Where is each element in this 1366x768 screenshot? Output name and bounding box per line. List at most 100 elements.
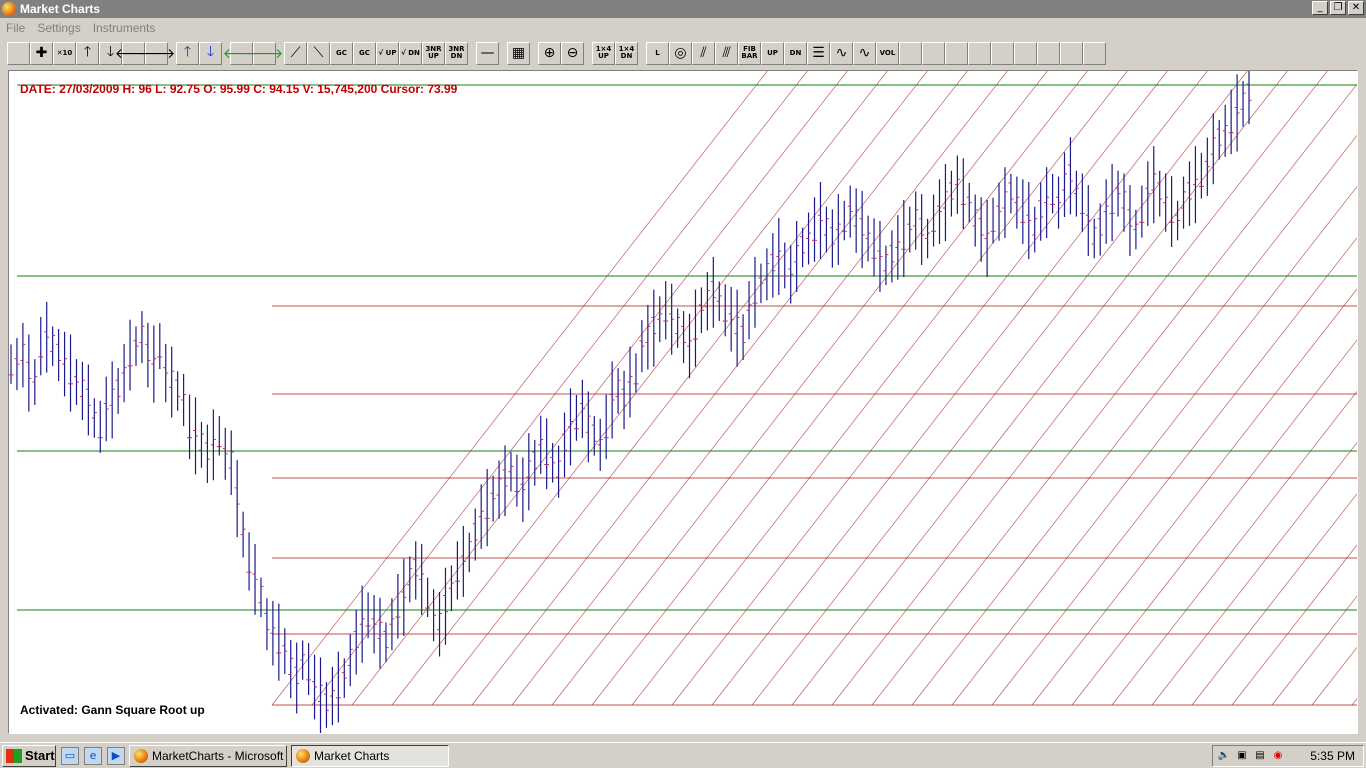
- ohlc-bar: [871, 218, 877, 277]
- ohlc-bar: [1103, 179, 1109, 244]
- box-dn-button[interactable]: DN: [784, 41, 807, 65]
- task-label: Market Charts: [314, 748, 390, 763]
- wave-dn-button[interactable]: ∿: [853, 41, 876, 65]
- chart-area[interactable]: DATE: 27/03/2009 H: 96 L: 92.75 O: 95.99…: [8, 70, 1358, 734]
- start-button[interactable]: Start: [2, 744, 56, 767]
- trendline-up-button[interactable]: ⟋: [284, 41, 307, 65]
- menu-file[interactable]: File: [6, 21, 25, 35]
- ohlc-bar: [1216, 120, 1222, 160]
- ohlc-bar: [913, 191, 919, 250]
- ohlc-bar: [151, 325, 157, 403]
- empty-button-6[interactable]: [1014, 41, 1037, 65]
- volume-icon[interactable]: 🔈: [1217, 749, 1231, 763]
- menu-instruments[interactable]: Instruments: [93, 21, 156, 35]
- empty-button-3[interactable]: [945, 41, 968, 65]
- clock: 5:35 PM: [1310, 749, 1355, 763]
- ohlc-bar: [1067, 137, 1073, 215]
- blue-up-button[interactable]: 🡑: [176, 41, 199, 65]
- crosshair-button[interactable]: ✚: [30, 41, 53, 65]
- empty-button-1[interactable]: [899, 41, 922, 65]
- wave-up-button[interactable]: ∿: [830, 41, 853, 65]
- ohlc-bar: [103, 376, 109, 442]
- menu-settings[interactable]: Settings: [37, 21, 80, 35]
- ohlc-bar: [728, 286, 734, 352]
- empty-button-9[interactable]: [1083, 41, 1106, 65]
- ohlc-bar: [770, 233, 776, 298]
- fourth-up-button[interactable]: 1×4 UP: [592, 41, 615, 65]
- blue-down-button[interactable]: 🡓: [199, 41, 222, 65]
- internet-explorer-icon[interactable]: e: [84, 746, 102, 765]
- ohlc-bar: [1246, 71, 1252, 125]
- ohlc-bar: [633, 353, 639, 393]
- show-desktop-icon[interactable]: ▭: [61, 746, 79, 765]
- trendline-down-button[interactable]: ⟍: [307, 41, 330, 65]
- empty-button-7[interactable]: [1037, 41, 1060, 65]
- app-icon: [134, 748, 148, 763]
- restore-icon[interactable]: ❐: [1330, 1, 1346, 15]
- box-up-button[interactable]: UP: [761, 41, 784, 65]
- gann-sc-button[interactable]: GC: [330, 41, 353, 65]
- ohlc-bar: [1109, 164, 1115, 242]
- empty-button-2[interactable]: [922, 41, 945, 65]
- ohlc-bar: [50, 326, 56, 366]
- ohlc-bar: [562, 412, 568, 478]
- ohlc-bar: [294, 642, 300, 714]
- zoom-in-button[interactable]: ⊕: [538, 41, 561, 65]
- ohlc-bar: [109, 361, 115, 439]
- empty-button-5[interactable]: [991, 41, 1014, 65]
- green-right-button[interactable]: 🡒: [246, 41, 283, 65]
- ohlc-bar: [163, 343, 169, 403]
- zoom-out-button[interactable]: ⊖: [561, 41, 584, 65]
- fib-bar-button[interactable]: FIB BAR: [738, 41, 761, 65]
- security-icon[interactable]: ◉: [1271, 749, 1285, 763]
- circle-tool-button[interactable]: ◎: [669, 41, 692, 65]
- toolbar: ✚ ✕10 🡑 🡓 🡐 🡒 🡑 🡓 🡐 🡒 ⟋ ⟍ GC GC √ UP √ DN 3NR UP 3NR DN — ▦…: [0, 38, 1366, 68]
- ohlc-bar: [145, 322, 151, 388]
- ohlc-bar: [9, 344, 14, 384]
- ohlc-bar: [942, 164, 948, 242]
- ohlc-bar: [62, 331, 68, 397]
- empty-button-4[interactable]: [968, 41, 991, 65]
- minimize-icon[interactable]: _: [1312, 1, 1328, 15]
- empty-button-8[interactable]: [1060, 41, 1083, 65]
- ohlc-bar: [657, 296, 663, 343]
- price-chart[interactable]: [9, 71, 1357, 733]
- ohlc-info-readout: DATE: 27/03/2009 H: 96 L: 92.75 O: 95.99…: [20, 82, 458, 96]
- ohlc-bar: [79, 361, 85, 421]
- ohlc-bar: [371, 595, 377, 654]
- fan-tool-button[interactable]: ⫽: [692, 41, 715, 65]
- taskbar-item-market-charts[interactable]: Market Charts: [291, 744, 449, 767]
- ohlc-bar: [627, 346, 633, 418]
- blank-tool-button[interactable]: [7, 41, 30, 65]
- arrow-right-button[interactable]: 🡒: [138, 41, 175, 65]
- volume-bar-button[interactable]: VOL: [876, 41, 899, 65]
- ohlc-bar: [681, 311, 687, 364]
- horizontal-line-button[interactable]: —: [476, 41, 499, 65]
- media-player-icon[interactable]: ▶: [107, 746, 125, 765]
- gann-3nr-up-button[interactable]: 3NR UP: [422, 41, 445, 65]
- ohlc-bar: [276, 603, 282, 681]
- gann-sqrt-up-button[interactable]: √ UP: [376, 41, 399, 65]
- gann-grid-button[interactable]: GC: [353, 41, 376, 65]
- ohlc-bar: [579, 379, 585, 439]
- ohlc-bar: [490, 475, 496, 522]
- ohlc-bar: [240, 511, 246, 558]
- fourth-dn-button[interactable]: 1×4 DN: [615, 41, 638, 65]
- gann-sqrt-dn-button[interactable]: √ DN: [399, 41, 422, 65]
- network-icon[interactable]: ▣: [1235, 749, 1249, 763]
- gann-3nr-dn-button[interactable]: 3NR DN: [445, 41, 468, 65]
- taskbar-item-marketcharts-word[interactable]: MarketCharts - Microsoft ...: [129, 744, 287, 767]
- ohlc-bar: [609, 361, 615, 439]
- arrow-up-button[interactable]: 🡑: [76, 41, 99, 65]
- taskbar: Start ▭ e ▶ MarketCharts - Microsoft ...…: [0, 742, 1366, 768]
- parallel-tool-button[interactable]: ⫻: [715, 41, 738, 65]
- monitor-icon[interactable]: ▤: [1253, 749, 1267, 763]
- close-icon[interactable]: ✕: [1348, 1, 1364, 15]
- grid-button[interactable]: ▦: [507, 41, 530, 65]
- zoom-x10-button[interactable]: ✕10: [53, 41, 76, 65]
- ohlc-bar: [14, 338, 20, 391]
- ohlc-bar: [1091, 218, 1097, 259]
- lines-button[interactable]: ☰: [807, 41, 830, 65]
- ohlc-bar: [948, 170, 954, 217]
- label-tool-button[interactable]: L: [646, 41, 669, 65]
